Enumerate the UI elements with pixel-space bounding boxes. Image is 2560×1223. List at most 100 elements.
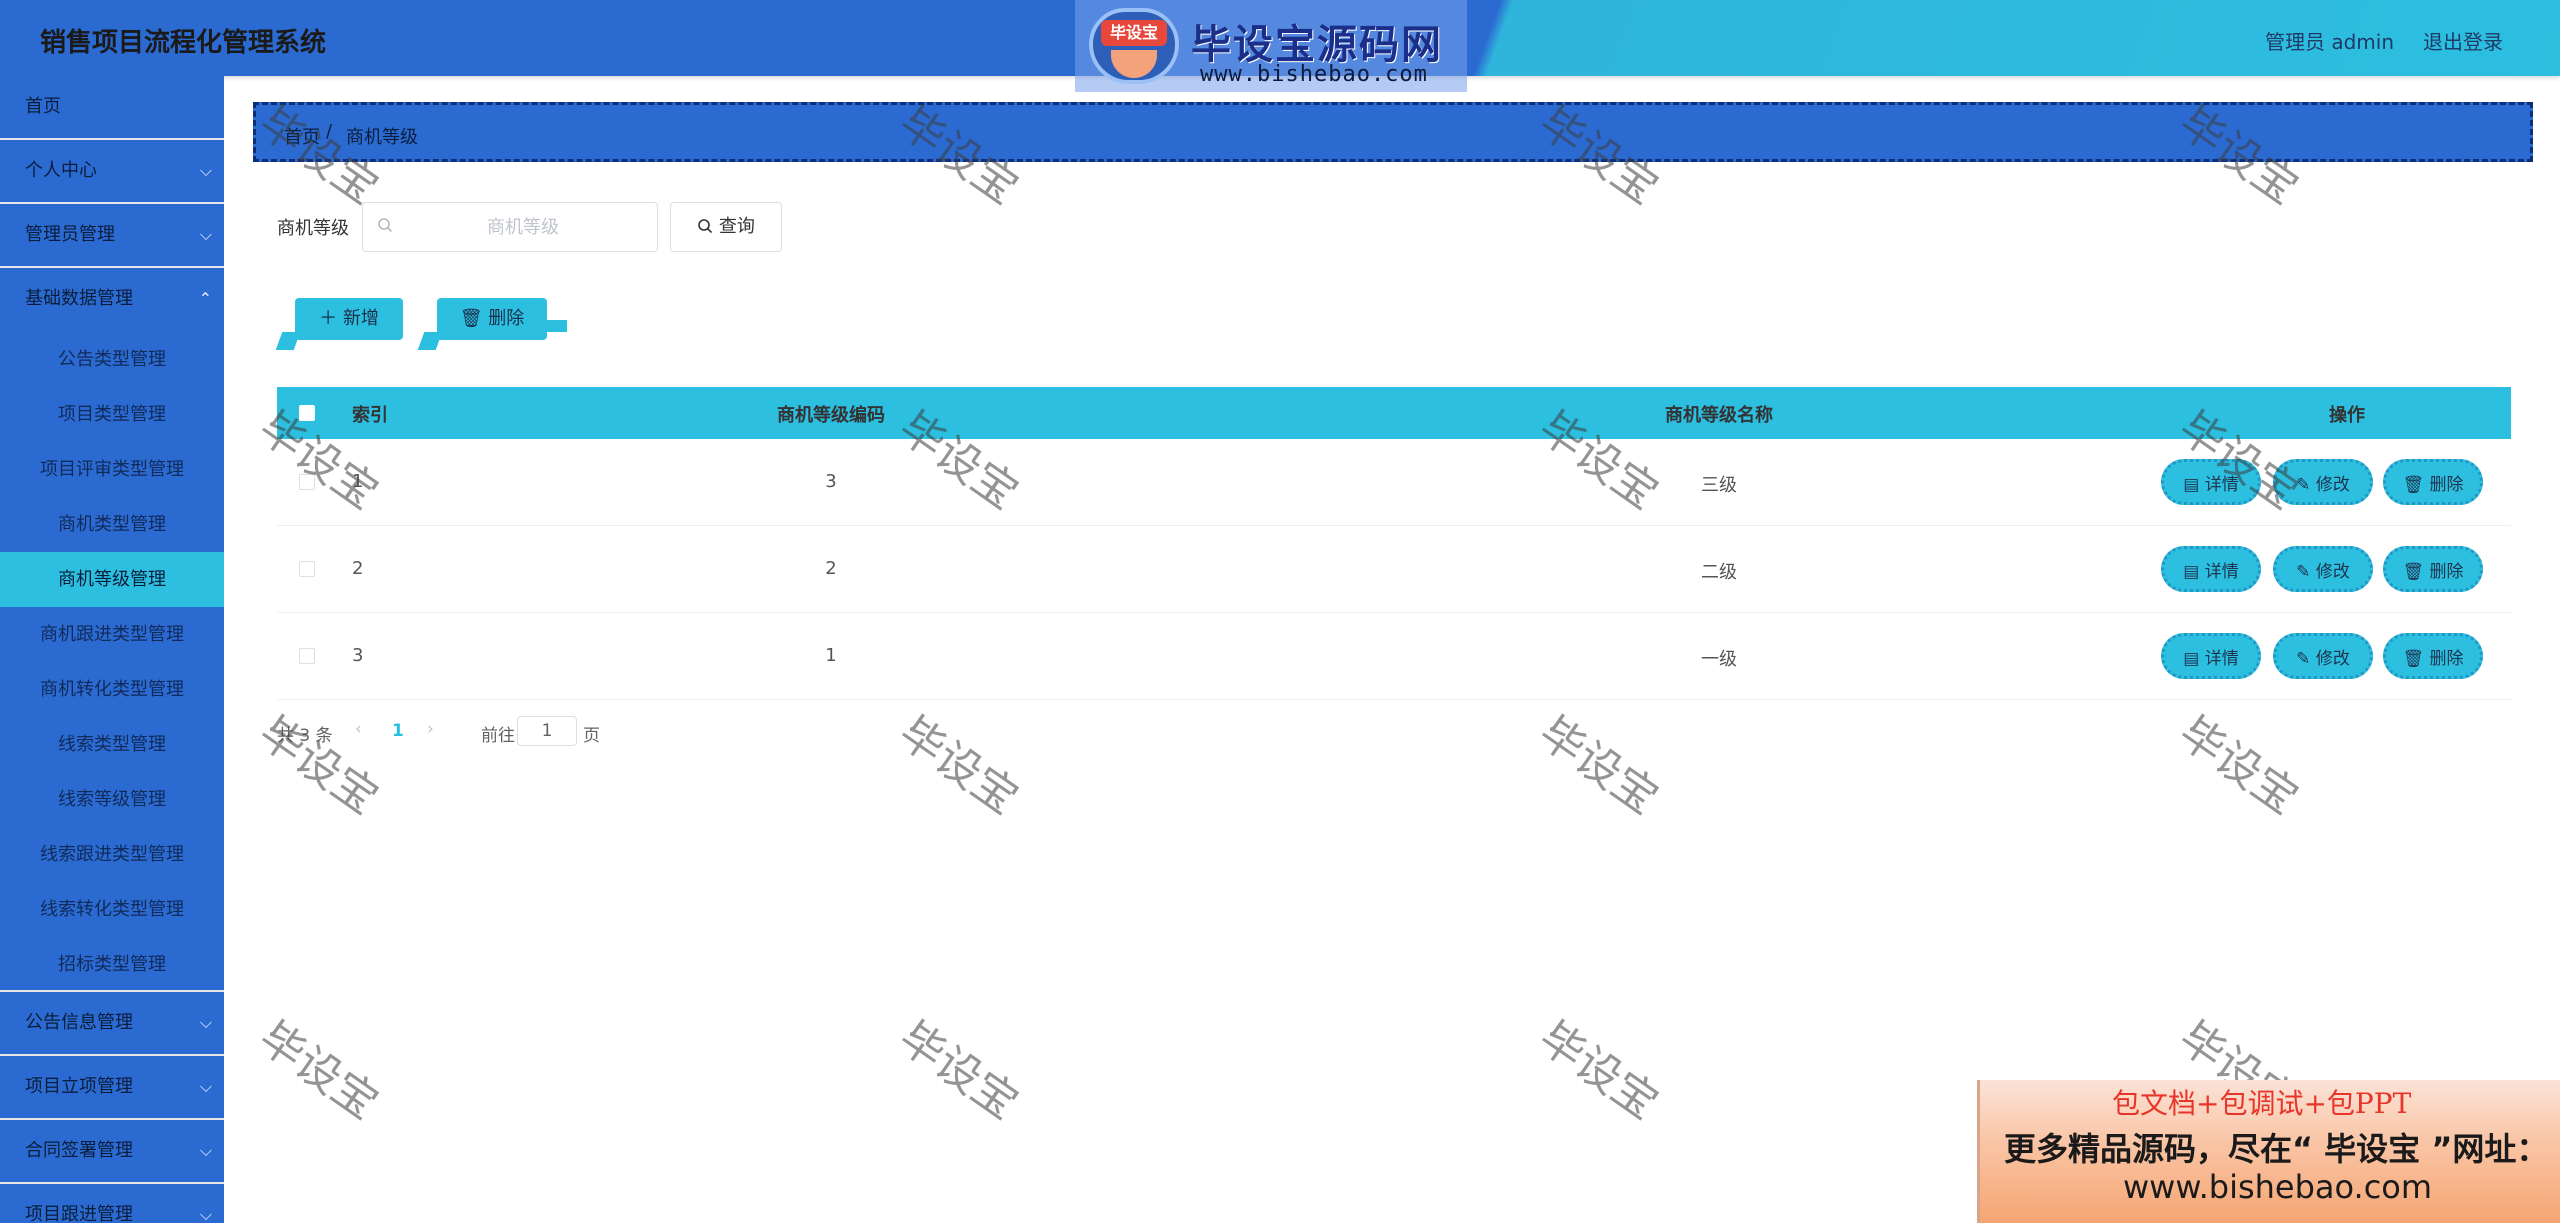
submenu-notice-type[interactable]: 公告类型管理 — [0, 332, 224, 387]
submenu-project-review-type[interactable]: 项目评审类型管理 — [0, 442, 224, 497]
sidebar-item-contract-signing[interactable]: 合同签署管理 ⌵ — [0, 1120, 224, 1184]
sidebar-item-label: 管理员管理 — [25, 224, 115, 245]
sidebar-item-notice-info[interactable]: 公告信息管理 ⌵ — [0, 992, 224, 1056]
logout-button[interactable]: 退出登录 — [2423, 26, 2503, 55]
cell-name: 三级 — [1701, 475, 1737, 496]
delete-button[interactable]: 🗑 删除 — [2383, 459, 2483, 505]
chevron-down-icon: ⌵ — [199, 225, 212, 244]
detail-label: 详情 — [2204, 475, 2239, 495]
cell-code: 3 — [825, 471, 837, 492]
delete-button[interactable]: 🗑 删除 — [2383, 546, 2483, 592]
select-all-checkbox[interactable] — [299, 405, 315, 421]
watermark: 毕设宝 — [249, 706, 388, 825]
column-header-name: 商机等级名称 — [1665, 405, 1773, 426]
sidebar-item-personal-center[interactable]: 个人中心 ⌵ — [0, 140, 224, 204]
plus-icon: ＋ — [319, 308, 338, 329]
search-input[interactable] — [403, 204, 643, 250]
document-icon: ▤ — [2183, 475, 2200, 495]
watermark: 毕设宝 — [1529, 706, 1668, 825]
pagination-goto-input[interactable] — [517, 716, 577, 746]
row-checkbox[interactable] — [299, 561, 315, 577]
breadcrumb: 首页 / 商机等级 — [253, 102, 2533, 162]
sidebar-item-home[interactable]: 首页 — [0, 76, 224, 140]
sidebar-item-label: 基础数据管理 — [25, 288, 133, 309]
search-icon — [377, 217, 393, 238]
row-checkbox[interactable] — [299, 648, 315, 664]
document-icon: ▤ — [2183, 562, 2200, 582]
cell-name: 一级 — [1701, 649, 1737, 670]
edit-button[interactable]: ✎ 修改 — [2273, 546, 2373, 592]
submenu-opportunity-type[interactable]: 商机类型管理 — [0, 497, 224, 552]
trash-icon: 🗑 — [2402, 562, 2425, 582]
sidebar-item-project-followup[interactable]: 项目跟进管理 ⌵ — [0, 1184, 224, 1223]
promo-banner[interactable]: 包文档+包调试+包PPT 更多精品源码，尽在“ 毕设宝 ”网址： www.bis… — [1977, 1080, 2560, 1223]
pagination-page-unit: 页 — [583, 726, 600, 746]
logo-badge-icon: 毕设宝 — [1089, 8, 1179, 84]
edit-label: 修改 — [2315, 475, 2350, 495]
batch-delete-button[interactable]: 🗑 删除 — [437, 298, 567, 340]
cell-name: 二级 — [1701, 562, 1737, 583]
search-label: 商机等级 — [277, 218, 349, 239]
document-icon: ▤ — [2183, 649, 2200, 669]
delete-button-label: 删除 — [488, 308, 525, 329]
submenu-bidding-type[interactable]: 招标类型管理 — [0, 937, 224, 992]
delete-button[interactable]: 🗑 删除 — [2383, 633, 2483, 679]
detail-label: 详情 — [2204, 649, 2239, 669]
app-title: 销售项目流程化管理系统 — [40, 28, 327, 58]
sidebar-item-label: 首页 — [25, 96, 61, 117]
cell-code: 1 — [825, 645, 837, 666]
chevron-down-icon: ⌵ — [199, 1013, 212, 1032]
submenu-lead-type[interactable]: 线索类型管理 — [0, 717, 224, 772]
detail-button[interactable]: ▤ 详情 — [2161, 633, 2261, 679]
breadcrumb-home-link[interactable]: 首页 — [284, 123, 320, 149]
submenu-lead-conversion-type[interactable]: 线索转化类型管理 — [0, 882, 224, 937]
column-header-actions: 操作 — [2329, 405, 2365, 426]
table-header: 索引 商机等级编码 商机等级名称 操作 — [277, 387, 2511, 439]
trash-icon: 🗑 — [2402, 649, 2425, 669]
sidebar-item-basic-data[interactable]: 基础数据管理 ⌃ — [0, 268, 224, 332]
watermark: 毕设宝 — [2169, 706, 2308, 825]
add-button[interactable]: ＋ 新增 — [295, 298, 403, 340]
chevron-down-icon: ⌵ — [199, 1205, 212, 1223]
submenu-lead-followup-type[interactable]: 线索跟进类型管理 — [0, 827, 224, 882]
edit-button[interactable]: ✎ 修改 — [2273, 459, 2373, 505]
promo-line-1: 包文档+包调试+包PPT — [2112, 1087, 2412, 1120]
row-checkbox[interactable] — [299, 474, 315, 490]
chevron-down-icon: ⌵ — [199, 1077, 212, 1096]
add-button-label: 新增 — [342, 308, 379, 329]
submenu-project-type[interactable]: 项目类型管理 — [0, 387, 224, 442]
submenu-opportunity-level[interactable]: 商机等级管理 — [0, 552, 224, 607]
search-field[interactable] — [362, 202, 658, 252]
sidebar-item-label: 个人中心 — [25, 160, 97, 181]
bishebao-logo: 毕设宝 毕设宝源码网 www.bishebao.com — [1075, 0, 1467, 92]
detail-button[interactable]: ▤ 详情 — [2161, 459, 2261, 505]
admin-user-label: 管理员 admin — [2265, 30, 2395, 54]
pagination-page-1[interactable]: 1 — [392, 721, 404, 741]
logo-badge-text: 毕设宝 — [1101, 20, 1167, 46]
submenu-opportunity-followup-type[interactable]: 商机跟进类型管理 — [0, 607, 224, 662]
sidebar-item-label: 合同签署管理 — [25, 1140, 133, 1161]
sidebar-item-label: 公告信息管理 — [25, 1012, 133, 1033]
submenu-opportunity-conversion-type[interactable]: 商机转化类型管理 — [0, 662, 224, 717]
column-header-index: 索引 — [352, 405, 388, 426]
watermark: 毕设宝 — [1529, 1011, 1668, 1130]
edit-label: 修改 — [2315, 649, 2350, 669]
edit-button[interactable]: ✎ 修改 — [2273, 633, 2373, 679]
watermark: 毕设宝 — [889, 1011, 1028, 1130]
detail-label: 详情 — [2204, 562, 2239, 582]
chevron-down-icon: ⌵ — [199, 161, 212, 180]
sidebar-item-project-initiation[interactable]: 项目立项管理 ⌵ — [0, 1056, 224, 1120]
delete-label: 删除 — [2429, 562, 2464, 582]
chevron-right-icon[interactable]: › — [427, 719, 434, 739]
submenu-lead-level[interactable]: 线索等级管理 — [0, 772, 224, 827]
sidebar: 首页 个人中心 ⌵ 管理员管理 ⌵ 基础数据管理 ⌃ 公告类型管理 项目类型管理… — [0, 76, 224, 1223]
sidebar-item-label: 项目跟进管理 — [25, 1204, 133, 1223]
detail-button[interactable]: ▤ 详情 — [2161, 546, 2261, 592]
pagination-goto-label: 前往 — [481, 726, 515, 746]
cell-index: 2 — [352, 558, 364, 579]
sidebar-item-admin-management[interactable]: 管理员管理 ⌵ — [0, 204, 224, 268]
chevron-left-icon[interactable]: ‹ — [355, 719, 362, 739]
delete-label: 删除 — [2429, 649, 2464, 669]
edit-icon: ✎ — [2296, 562, 2311, 582]
query-button[interactable]: 查询 — [670, 202, 782, 252]
